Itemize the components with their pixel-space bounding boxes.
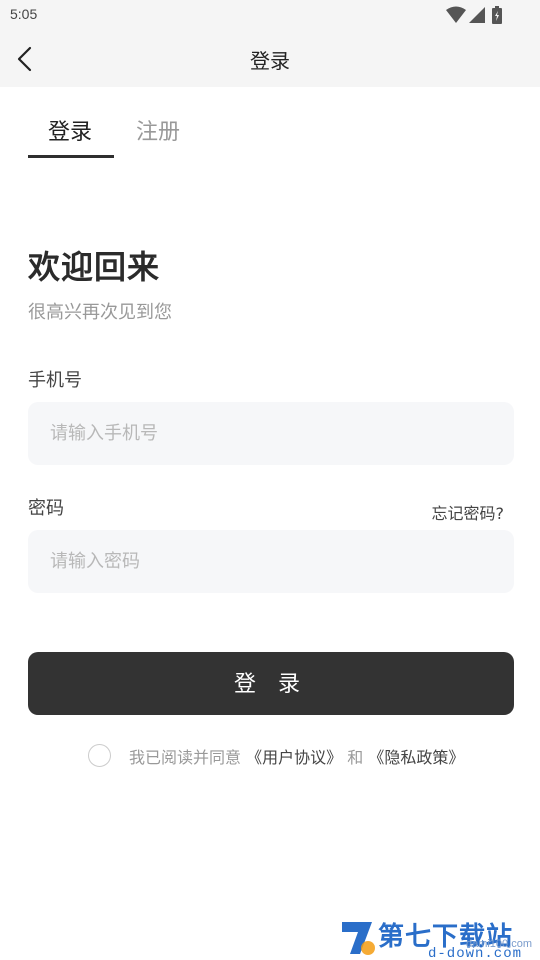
watermark-url: d-down.com <box>428 946 523 960</box>
login-button[interactable]: 登 录 <box>28 652 514 715</box>
site-watermark: 第七下载站 dami100.com d-down.com <box>338 912 538 960</box>
privacy-policy-link[interactable]: 《隐私政策》 <box>368 748 464 767</box>
phone-field-container <box>28 402 514 465</box>
welcome-title: 欢迎回来 <box>28 248 161 286</box>
signal-icon <box>468 6 486 28</box>
battery-icon <box>492 6 502 28</box>
wifi-icon <box>446 6 466 28</box>
app-bar: 登录 <box>0 30 540 87</box>
phone-input[interactable] <box>28 402 514 465</box>
agreement-text: 我已阅读并同意 《用户协议》 和 《隐私政策》 <box>129 744 464 768</box>
tab-register[interactable]: 注册 <box>136 114 180 146</box>
password-label: 密码 <box>28 498 64 519</box>
tab-active-indicator <box>28 155 114 158</box>
welcome-subtitle: 很高兴再次见到您 <box>28 302 172 323</box>
agreement-checkbox[interactable] <box>88 744 111 767</box>
phone-label: 手机号 <box>28 370 82 391</box>
status-icons <box>446 6 506 24</box>
agreement-and: 和 <box>347 748 364 767</box>
forgot-password-link[interactable]: 忘记密码? <box>432 500 505 524</box>
page-title: 登录 <box>250 49 290 73</box>
watermark-logo-icon <box>338 918 378 960</box>
password-input[interactable] <box>28 530 514 593</box>
tab-login[interactable]: 登录 <box>48 114 92 146</box>
password-field-container <box>28 530 514 593</box>
status-bar: 5:05 <box>0 0 540 30</box>
status-time: 5:05 <box>10 6 38 22</box>
agreement-prefix: 我已阅读并同意 <box>129 748 242 767</box>
agreement-row: 我已阅读并同意 《用户协议》 和 《隐私政策》 <box>88 742 488 768</box>
user-agreement-link[interactable]: 《用户协议》 <box>246 748 342 767</box>
